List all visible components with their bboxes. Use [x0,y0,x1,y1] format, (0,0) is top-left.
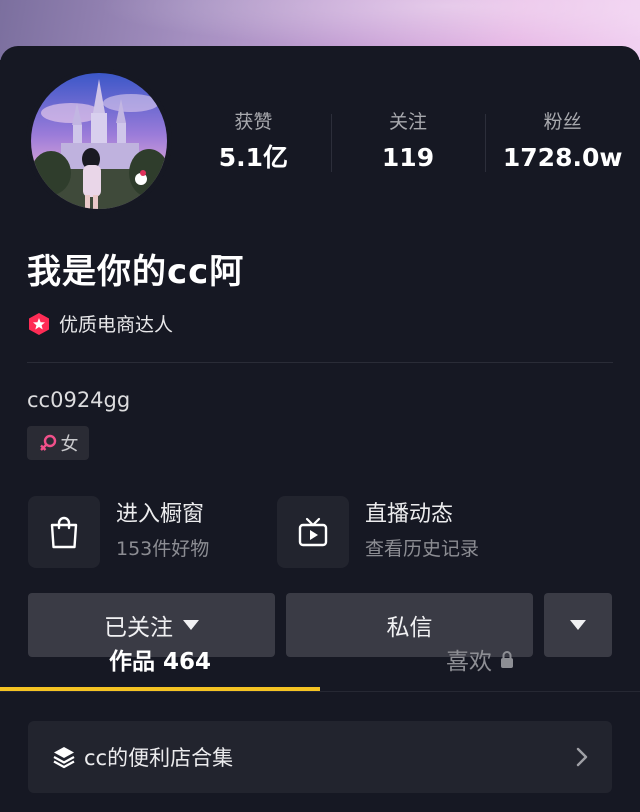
gender-tag: 女 [27,426,89,460]
shop-title: 进入橱窗 [116,502,205,527]
shop-subtitle: 153件好物 [116,538,210,560]
tab-likes[interactable]: 喜欢 [320,630,640,688]
avatar-image [31,73,167,209]
gender-label: 女 [60,434,79,455]
divider [27,362,613,363]
tv-play-icon [298,517,328,547]
collection-label: cc的便利店合集 [84,746,234,770]
verified-badge[interactable]: 优质电商达人 [27,310,173,337]
chevron-right-icon [576,747,588,767]
shop-icon-box [28,496,100,568]
stat-followers[interactable]: 粉丝 1728.0w [485,108,640,180]
badge-label: 优质电商达人 [59,314,174,336]
lock-icon [501,651,513,668]
star-badge-icon [29,312,49,335]
stat-value: 1728.0w [502,143,623,172]
caret-down-icon [570,620,586,630]
collection-entry[interactable]: cc的便利店合集 [28,721,612,793]
stat-label: 获赞 [234,111,273,133]
stat-likes[interactable]: 获赞 5.1亿 [176,108,331,180]
caret-down-icon [183,620,199,630]
female-icon [39,434,56,451]
profile-card: 获赞 5.1亿 关注 119 粉丝 1728.0w 我是你的cc阿 优质电商达人… [0,46,640,812]
user-id: cc0924gg [27,388,131,412]
tab-works-label: 作品 464 [108,649,212,675]
live-subtitle: 查看历史记录 [365,538,480,560]
stat-value: 5.1亿 [218,143,288,172]
stat-following[interactable]: 关注 119 [330,108,486,180]
avatar[interactable] [26,68,172,214]
live-icon-box [277,496,349,568]
tabs-divider [0,691,640,692]
stat-value: 119 [381,143,435,172]
live-history-entry[interactable]: 直播动态 查看历史记录 [277,496,479,568]
shop-window-entry[interactable]: 进入橱窗 153件好物 [28,496,209,568]
stat-label: 粉丝 [543,111,582,133]
layers-icon [53,747,75,769]
profile-stats: 获赞 5.1亿 关注 119 粉丝 1728.0w [176,108,640,180]
tab-likes-label: 喜欢 [446,649,492,675]
stat-label: 关注 [389,111,428,133]
shopping-bag-icon [50,516,78,549]
live-title: 直播动态 [365,502,454,527]
profile-name: 我是你的cc阿 [27,252,245,292]
content-tabs: 作品 464 喜欢 [0,630,640,692]
tab-works[interactable]: 作品 464 [0,630,320,688]
